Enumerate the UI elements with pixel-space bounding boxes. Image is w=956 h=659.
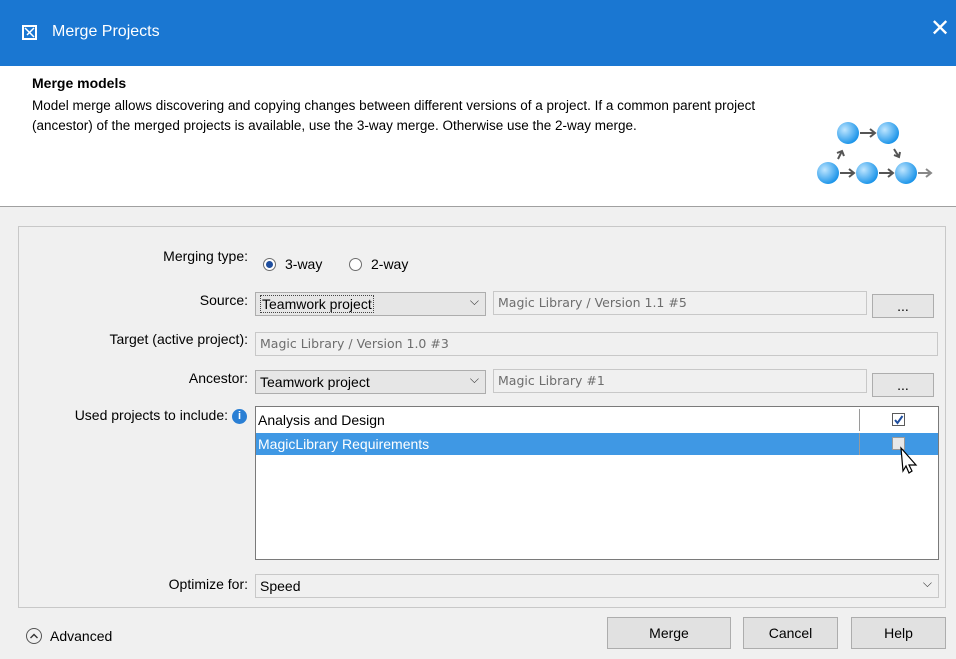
header-title: Merge models xyxy=(32,75,127,91)
chevron-down-icon: ⌵ xyxy=(469,372,479,386)
header-description: Model merge allows discovering and copyi… xyxy=(32,98,756,133)
window-title: Merge Projects xyxy=(52,23,160,40)
help-button[interactable]: Help xyxy=(851,617,946,649)
used-projects-label: Used projects to include: xyxy=(74,407,228,423)
optimize-label: Optimize for: xyxy=(168,576,248,592)
merging-type-label: Merging type: xyxy=(163,248,248,264)
mouse-cursor-icon xyxy=(900,446,918,474)
merge-projects-icon xyxy=(22,25,37,40)
radio-3-way-label: 3-way xyxy=(285,256,323,272)
target-label: Target (active project): xyxy=(109,331,249,347)
source-type-value: Teamwork project xyxy=(260,295,374,313)
target-project-field: Magic Library / Version 1.0 #3 xyxy=(255,332,938,356)
chevron-down-icon: ⌵ xyxy=(922,576,932,590)
cancel-button[interactable]: Cancel xyxy=(743,617,838,649)
include-checkbox[interactable] xyxy=(892,413,905,426)
ancestor-type-value: Teamwork project xyxy=(260,374,370,390)
chevron-down-icon: ⌵ xyxy=(469,294,479,308)
radio-2-way-label: 2-way xyxy=(371,256,409,272)
optimize-value: Speed xyxy=(260,578,301,594)
merge-button[interactable]: Merge xyxy=(607,617,731,649)
info-icon[interactable]: i xyxy=(232,409,247,424)
project-name: Analysis and Design xyxy=(258,412,385,428)
source-label: Source: xyxy=(199,292,248,308)
ancestor-type-dropdown[interactable]: Teamwork project ⌵ xyxy=(255,370,486,394)
ancestor-project-field: Magic Library #1 xyxy=(493,369,867,393)
close-icon[interactable]: ✕ xyxy=(930,17,950,41)
used-projects-table: Analysis and Design MagicLibrary Require… xyxy=(255,406,939,560)
source-type-dropdown[interactable]: Teamwork project ⌵ xyxy=(255,292,486,316)
optimize-dropdown[interactable]: Speed ⌵ xyxy=(255,574,939,598)
dialog-header: Merge models Model merge allows discover… xyxy=(0,66,956,207)
radio-3-way[interactable] xyxy=(263,258,276,271)
merge-illustration-icon xyxy=(817,122,933,184)
ancestor-label: Ancestor: xyxy=(188,370,248,386)
ancestor-browse-button[interactable]: ... xyxy=(872,373,934,397)
source-project-field: Magic Library / Version 1.1 #5 xyxy=(493,291,867,315)
table-row[interactable]: Analysis and Design xyxy=(256,409,938,431)
project-name: MagicLibrary Requirements xyxy=(258,436,430,452)
title-bar: Merge Projects ✕ xyxy=(0,0,956,66)
radio-2-way[interactable] xyxy=(349,258,362,271)
chevron-up-circle-icon[interactable] xyxy=(26,628,42,644)
table-row[interactable]: MagicLibrary Requirements xyxy=(256,433,938,455)
source-browse-button[interactable]: ... xyxy=(872,294,934,318)
advanced-toggle[interactable]: Advanced xyxy=(50,628,112,644)
